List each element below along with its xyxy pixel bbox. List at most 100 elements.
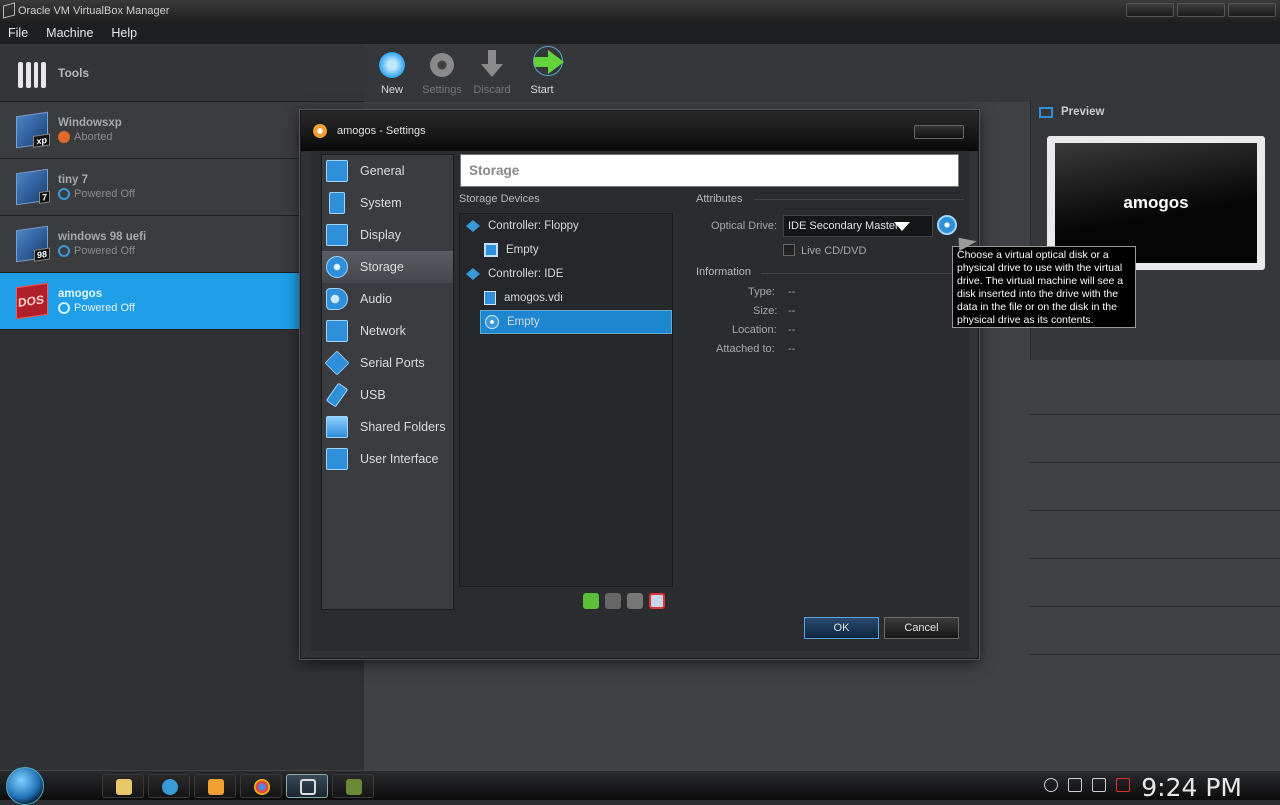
dialog-title: amogos - Settings bbox=[337, 125, 426, 137]
vm-state: Powered Off bbox=[58, 302, 135, 314]
page-usb[interactable]: USB bbox=[322, 379, 453, 411]
floppy-icon bbox=[484, 243, 498, 257]
vm-name: amogos bbox=[58, 288, 103, 300]
attributes-label: Attributes bbox=[696, 193, 743, 205]
tree-ide-controller[interactable]: Controller: IDE bbox=[460, 262, 672, 286]
choose-disk-icon[interactable] bbox=[937, 215, 957, 235]
discard-arrow-icon bbox=[477, 50, 507, 80]
add-attachment-icon[interactable] bbox=[627, 593, 643, 609]
optical-drive-select[interactable]: IDE Secondary Master bbox=[783, 215, 933, 237]
taskbar: 9:24 PM bbox=[0, 767, 1280, 805]
discard-button[interactable]: Discard bbox=[470, 44, 514, 102]
page-serial-ports[interactable]: Serial Ports bbox=[322, 347, 453, 379]
tree-floppy-empty[interactable]: Empty bbox=[460, 238, 672, 262]
tree-hard-disk[interactable]: amogos.vdi bbox=[460, 286, 672, 310]
optical-disc-icon bbox=[485, 315, 499, 329]
volume-muted-icon[interactable] bbox=[1116, 778, 1130, 792]
page-shared-folders[interactable]: Shared Folders bbox=[322, 411, 453, 443]
serial-port-icon bbox=[324, 350, 350, 376]
chevron-down-icon bbox=[894, 222, 910, 231]
add-controller-icon[interactable] bbox=[583, 593, 599, 609]
taskbar-explorer[interactable] bbox=[102, 774, 144, 798]
attached-to-value: -- bbox=[788, 343, 796, 355]
chrome-icon bbox=[254, 779, 270, 795]
page-audio[interactable]: Audio bbox=[322, 283, 453, 315]
vm-state: Powered Off bbox=[58, 188, 135, 200]
network-icon[interactable] bbox=[1092, 778, 1106, 792]
location-label: Location: bbox=[732, 324, 777, 336]
usb-icon bbox=[325, 382, 349, 408]
hard-disk-icon bbox=[484, 291, 496, 305]
page-general[interactable]: General bbox=[322, 155, 453, 187]
os-windows-icon: xp bbox=[16, 111, 50, 149]
show-hidden-icon[interactable] bbox=[1044, 778, 1058, 792]
page-storage[interactable]: Storage bbox=[322, 251, 453, 283]
taskbar-chrome[interactable] bbox=[240, 774, 282, 798]
start-arrow-icon bbox=[533, 46, 564, 76]
start-button[interactable]: Start bbox=[520, 44, 564, 102]
settings-dialog: amogos - Settings General System Display… bbox=[300, 110, 979, 659]
os-windows-icon: 7 bbox=[16, 168, 50, 206]
page-display[interactable]: Display bbox=[322, 219, 453, 251]
location-value: -- bbox=[788, 324, 796, 336]
controller-icon bbox=[466, 268, 480, 280]
new-icon bbox=[377, 50, 407, 80]
display-icon bbox=[326, 224, 348, 246]
storage-icon bbox=[326, 256, 348, 278]
remove-attachment-icon[interactable] bbox=[649, 593, 665, 609]
tree-optical-empty[interactable]: Empty bbox=[480, 310, 672, 334]
taskbar-ie[interactable] bbox=[148, 774, 190, 798]
taskbar-virtualbox[interactable] bbox=[286, 774, 328, 798]
page-user-interface[interactable]: User Interface bbox=[322, 443, 453, 475]
menu-bar: File Machine Help bbox=[0, 22, 1280, 44]
monitor-icon bbox=[1039, 106, 1053, 118]
network-icon bbox=[326, 320, 348, 342]
taskbar-minecraft[interactable] bbox=[332, 774, 374, 798]
os-windows-icon: 98 bbox=[16, 225, 50, 263]
tools-icon bbox=[18, 58, 46, 88]
vm-name: tiny 7 bbox=[58, 174, 89, 186]
preview-header: Preview bbox=[1031, 100, 1280, 124]
attributes-divider bbox=[754, 199, 964, 200]
tree-floppy-controller[interactable]: Controller: Floppy bbox=[460, 214, 672, 238]
aborted-icon bbox=[58, 131, 70, 143]
menu-file[interactable]: File bbox=[8, 26, 28, 40]
close-button[interactable] bbox=[1228, 3, 1276, 17]
preview-screen: amogos bbox=[1055, 143, 1257, 263]
menu-help[interactable]: Help bbox=[111, 26, 137, 40]
new-button[interactable]: New bbox=[370, 44, 414, 102]
os-dos-icon: DOS bbox=[16, 282, 48, 320]
internet-explorer-icon bbox=[162, 779, 178, 795]
folder-icon bbox=[326, 416, 348, 438]
system-icon bbox=[329, 192, 345, 214]
vm-state: Powered Off bbox=[58, 245, 146, 257]
system-tray bbox=[1044, 778, 1130, 792]
storage-tree[interactable]: Controller: Floppy Empty Controller: IDE… bbox=[459, 213, 673, 587]
settings-gear-icon bbox=[313, 124, 327, 138]
page-system[interactable]: System bbox=[322, 187, 453, 219]
ok-button[interactable]: OK bbox=[804, 617, 879, 639]
vm-name: windows 98 uefi bbox=[58, 231, 147, 243]
user-interface-icon bbox=[326, 448, 348, 470]
window-controls bbox=[1126, 3, 1276, 17]
menu-machine[interactable]: Machine bbox=[46, 26, 93, 40]
flag-icon[interactable] bbox=[1068, 778, 1082, 792]
optical-drive-label: Optical Drive: bbox=[711, 220, 778, 232]
live-cd-checkbox[interactable] bbox=[783, 244, 795, 256]
start-menu-button[interactable] bbox=[6, 767, 44, 805]
clock[interactable]: 9:24 PM bbox=[1141, 773, 1242, 802]
minimize-button[interactable] bbox=[1126, 3, 1174, 17]
remove-controller-icon[interactable] bbox=[605, 593, 621, 609]
type-label: Type: bbox=[748, 286, 775, 298]
gear-icon bbox=[427, 50, 457, 80]
dialog-body: General System Display Storage Audio Net… bbox=[311, 151, 970, 651]
cancel-button[interactable]: Cancel bbox=[884, 617, 959, 639]
taskbar-media-player[interactable] bbox=[194, 774, 236, 798]
dialog-close-button[interactable] bbox=[914, 125, 964, 139]
optical-drive-tooltip: Choose a virtual optical disk or a physi… bbox=[952, 246, 1136, 328]
settings-button[interactable]: Settings bbox=[420, 44, 464, 102]
maximize-button[interactable] bbox=[1177, 3, 1225, 17]
page-network[interactable]: Network bbox=[322, 315, 453, 347]
tools-item[interactable]: Tools bbox=[0, 44, 364, 102]
storage-devices-label: Storage Devices bbox=[459, 193, 540, 205]
